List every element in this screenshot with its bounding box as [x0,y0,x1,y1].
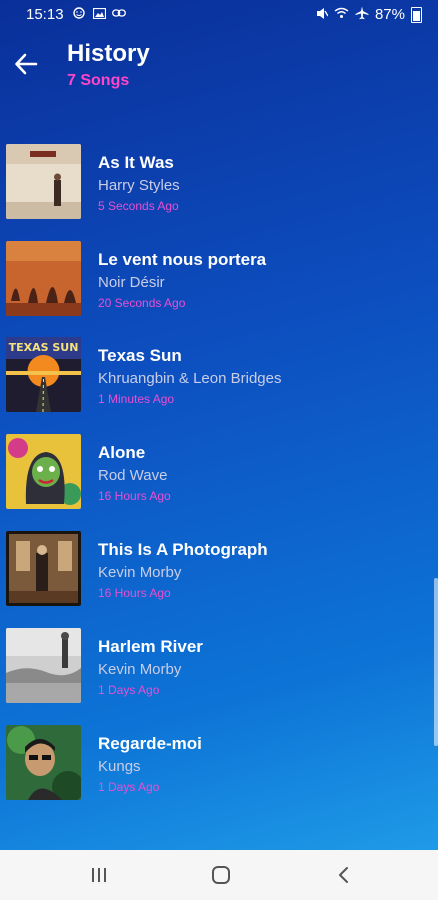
link-icon [112,7,126,19]
song-artist: Rod Wave [98,467,168,484]
song-title: Alone [98,443,146,462]
album-art [6,725,81,800]
song-artist: Kevin Morby [98,564,182,581]
song-title: As It Was [98,153,174,172]
played-time: 16 Hours Ago [98,489,171,503]
status-system-icons: 87% [316,6,422,23]
status-time: 15:13 [26,6,64,23]
played-time: 1 Days Ago [98,683,160,697]
recents-icon [92,868,106,882]
recents-button[interactable] [84,863,114,887]
status-notification-icons [72,7,126,19]
nav-back-button[interactable] [329,863,359,887]
song-title: This Is A Photograph [98,540,268,559]
played-time: 1 Days Ago [98,780,160,794]
wifi-icon [334,7,349,22]
album-art [6,241,81,316]
arrow-left-icon [15,53,38,75]
played-time: 16 Hours Ago [98,586,171,600]
list-item[interactable]: As It Was Harry Styles 5 Seconds Ago [0,144,438,220]
header: History 7 Songs [0,36,438,96]
album-art [6,531,81,606]
list-item[interactable]: Le vent nous portera Noir Désir 20 Secon… [0,241,438,317]
home-icon [212,866,230,884]
album-art [6,628,81,703]
song-count: 7 Songs [67,72,130,89]
back-button[interactable] [10,48,42,80]
played-time: 20 Seconds Ago [98,296,186,310]
song-title: Texas Sun [98,346,182,365]
scrollbar[interactable] [434,578,438,746]
album-art [6,144,81,219]
mute-icon [316,7,329,23]
battery-icon [411,6,422,23]
page-title: History [67,40,150,67]
system-navigation-bar [0,850,438,900]
song-artist: Harry Styles [98,177,180,194]
played-time: 1 Minutes Ago [98,392,175,406]
status-bar: 15:13 87% [0,0,438,28]
list-item[interactable]: This Is A Photograph Kevin Morby 16 Hour… [0,531,438,607]
home-button[interactable] [206,863,236,887]
song-title: Le vent nous portera [98,250,267,269]
album-art: TEXAS SUN [6,337,81,412]
song-artist: Khruangbin & Leon Bridges [98,370,282,387]
list-item[interactable]: Regarde-moi Kungs 1 Days Ago [0,725,438,801]
song-title: Harlem River [98,637,203,656]
song-artist: Kevin Morby [98,661,182,678]
battery-percentage: 87% [374,6,405,23]
back-icon [339,867,348,883]
album-art [6,434,81,509]
song-artist: Kungs [98,758,141,775]
smile-icon [72,7,86,19]
song-title: Regarde-moi [98,734,202,753]
album-art-text: TEXAS SUN [9,341,79,354]
image-icon [92,7,106,19]
list-item[interactable]: Harlem River Kevin Morby 1 Days Ago [0,628,438,704]
song-artist: Noir Désir [98,274,165,291]
played-time: 5 Seconds Ago [98,199,179,213]
list-item[interactable]: TEXAS SUN Texas Sun Khruangbin & Leon Br… [0,337,438,413]
airplane-icon [355,6,369,23]
list-item[interactable]: Alone Rod Wave 16 Hours Ago [0,434,438,510]
